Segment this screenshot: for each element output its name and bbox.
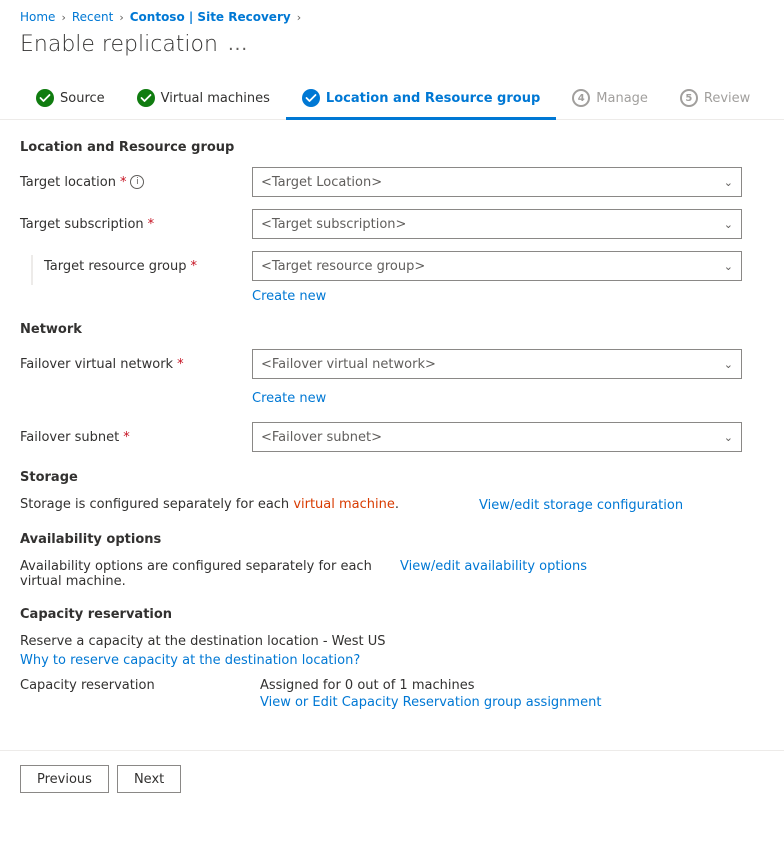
step-replication-settings[interactable]: Location and Resource group <box>286 81 556 120</box>
breadcrumb-sep-3: › <box>297 11 301 24</box>
storage-desc-prefix: Storage is configured separately for eac… <box>20 497 293 512</box>
previous-button[interactable]: Previous <box>20 765 109 793</box>
step-manage: 4 Manage <box>556 81 664 120</box>
availability-section-title: Availability options <box>20 532 764 547</box>
availability-row: Availability options are configured sepa… <box>20 559 764 589</box>
more-options-icon[interactable]: ... <box>228 34 248 55</box>
target-resource-group-label: Target resource group * <box>44 259 240 274</box>
step-virtual-machines[interactable]: Virtual machines <box>121 81 286 120</box>
target-subscription-dropdown[interactable]: <Target subscription> ⌄ <box>252 209 742 239</box>
step-review: 5 Review <box>664 81 766 120</box>
target-resource-group-value: <Target resource group> <box>261 259 425 274</box>
failover-subnet-label: Failover subnet * <box>20 430 240 445</box>
step-manage-label: Manage <box>596 91 648 106</box>
location-section-title: Location and Resource group <box>20 140 764 155</box>
main-content: Location and Resource group Target locat… <box>0 140 784 710</box>
capacity-edit-link[interactable]: View or Edit Capacity Reservation group … <box>260 695 601 710</box>
breadcrumb-sep-1: › <box>61 11 65 24</box>
step-source-icon <box>36 89 54 107</box>
step-review-icon: 5 <box>680 89 698 107</box>
failover-subnet-chevron: ⌄ <box>724 431 733 444</box>
breadcrumb-contoso: Contoso | Site Recovery <box>130 10 291 24</box>
storage-description: Storage is configured separately for eac… <box>20 497 399 512</box>
capacity-why-link[interactable]: Why to reserve capacity at the destinati… <box>20 653 360 668</box>
create-new-rg-link[interactable]: Create new <box>252 289 764 304</box>
bottom-bar: Previous Next <box>0 751 784 807</box>
section-location: Location and Resource group Target locat… <box>20 140 764 304</box>
capacity-info: Assigned for 0 out of 1 machines View or… <box>260 678 601 710</box>
capacity-reservation-row: Capacity reservation Assigned for 0 out … <box>20 678 764 710</box>
capacity-description: Reserve a capacity at the destination lo… <box>20 634 764 649</box>
step-review-label: Review <box>704 91 750 106</box>
failover-subnet-required: * <box>123 430 130 445</box>
step-manage-icon: 4 <box>572 89 590 107</box>
page-title: Enable replication <box>20 32 218 57</box>
target-location-required: * <box>120 175 127 190</box>
section-availability: Availability options Availability option… <box>20 532 764 589</box>
next-button[interactable]: Next <box>117 765 181 793</box>
failover-vnet-value: <Failover virtual network> <box>261 357 436 372</box>
target-location-label: Target location * i <box>20 175 240 190</box>
target-subscription-row: Target subscription * <Target subscripti… <box>20 209 764 239</box>
target-subscription-chevron: ⌄ <box>724 218 733 231</box>
failover-vnet-row: Failover virtual network * <Failover vir… <box>20 349 764 379</box>
capacity-assigned-text: Assigned for 0 out of 1 machines <box>260 678 474 693</box>
target-subscription-required: * <box>148 217 155 232</box>
target-rg-required: * <box>190 259 197 274</box>
capacity-section-title: Capacity reservation <box>20 607 764 622</box>
step-vms-icon <box>137 89 155 107</box>
failover-vnet-control: <Failover virtual network> ⌄ <box>252 349 742 379</box>
target-location-info-icon[interactable]: i <box>130 175 144 189</box>
availability-description: Availability options are configured sepa… <box>20 559 380 589</box>
target-subscription-control: <Target subscription> ⌄ <box>252 209 742 239</box>
failover-vnet-dropdown[interactable]: <Failover virtual network> ⌄ <box>252 349 742 379</box>
failover-subnet-row: Failover subnet * <Failover subnet> ⌄ <box>20 422 764 452</box>
target-location-chevron: ⌄ <box>724 176 733 189</box>
view-edit-storage-link[interactable]: View/edit storage configuration <box>479 498 683 513</box>
failover-subnet-dropdown[interactable]: <Failover subnet> ⌄ <box>252 422 742 452</box>
step-vms-label: Virtual machines <box>161 91 270 106</box>
failover-subnet-control: <Failover subnet> ⌄ <box>252 422 742 452</box>
step-replication-label: Location and Resource group <box>326 91 540 106</box>
create-new-vnet-link[interactable]: Create new <box>252 391 764 406</box>
failover-vnet-label: Failover virtual network * <box>20 357 240 372</box>
storage-desc-suffix: . <box>395 497 399 512</box>
section-storage: Storage Storage is configured separately… <box>20 470 764 514</box>
failover-vnet-required: * <box>177 357 184 372</box>
storage-highlight: virtual machine <box>293 497 395 512</box>
failover-vnet-chevron: ⌄ <box>724 358 733 371</box>
step-replication-icon <box>302 89 320 107</box>
network-section-title: Network <box>20 322 764 337</box>
target-subscription-label: Target subscription * <box>20 217 240 232</box>
target-resource-group-row: Target resource group * <Target resource… <box>44 251 764 281</box>
breadcrumb-sep-2: › <box>119 11 123 24</box>
page-header: Enable replication ... <box>0 28 784 73</box>
step-source[interactable]: Source <box>20 81 121 120</box>
breadcrumb-home[interactable]: Home <box>20 10 55 24</box>
target-location-dropdown[interactable]: <Target Location> ⌄ <box>252 167 742 197</box>
wizard-steps: Source Virtual machines Location and Res… <box>0 73 784 120</box>
storage-section-title: Storage <box>20 470 764 485</box>
breadcrumb-recent[interactable]: Recent <box>72 10 113 24</box>
section-capacity: Capacity reservation Reserve a capacity … <box>20 607 764 710</box>
capacity-reservation-label: Capacity reservation <box>20 678 240 693</box>
target-rg-chevron: ⌄ <box>724 260 733 273</box>
target-resource-group-dropdown[interactable]: <Target resource group> ⌄ <box>252 251 742 281</box>
target-location-row: Target location * i <Target Location> ⌄ <box>20 167 764 197</box>
step-source-label: Source <box>60 91 105 106</box>
target-location-control: <Target Location> ⌄ <box>252 167 742 197</box>
section-network: Network Failover virtual network * <Fail… <box>20 322 764 452</box>
target-location-value: <Target Location> <box>261 175 382 190</box>
failover-subnet-value: <Failover subnet> <box>261 430 382 445</box>
target-resource-group-control: <Target resource group> ⌄ <box>252 251 742 281</box>
breadcrumb: Home › Recent › Contoso | Site Recovery … <box>0 0 784 28</box>
view-edit-availability-link[interactable]: View/edit availability options <box>400 559 587 574</box>
target-subscription-value: <Target subscription> <box>261 217 406 232</box>
storage-row: Storage is configured separately for eac… <box>20 497 764 514</box>
